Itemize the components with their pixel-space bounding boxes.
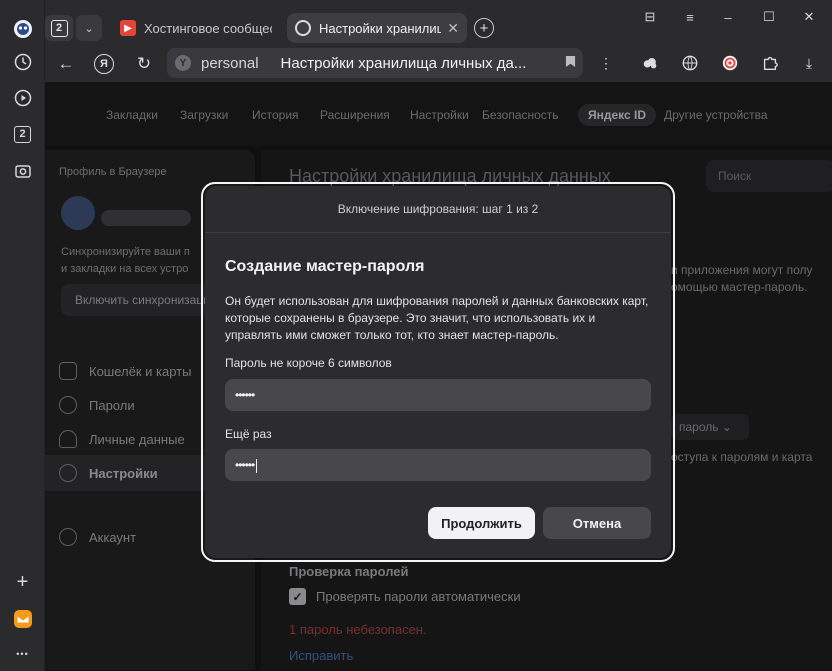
topnav-settings[interactable]: Настройки (410, 108, 469, 122)
play-icon[interactable] (9, 84, 36, 111)
new-tab-button[interactable]: + (474, 18, 494, 38)
extension-puzzle-icon[interactable] (759, 52, 781, 74)
topnav-extensions[interactable]: Расширения (320, 108, 390, 122)
history-icon[interactable] (9, 48, 36, 75)
description-line: и приложения могут полу (671, 263, 813, 277)
close-icon[interactable]: ✕ (447, 20, 459, 37)
topnav-security[interactable]: Безопасность (482, 108, 559, 122)
back-button[interactable]: ← (53, 51, 79, 77)
description-line: омощью мастер-пароль. (671, 280, 808, 294)
search-input[interactable]: Поиск (706, 160, 832, 192)
password-dropdown[interactable]: пароль ⌄ (671, 414, 749, 440)
address-host: personal (201, 54, 259, 72)
address-page-title: Настройки хранилища личных дa... (280, 54, 527, 72)
extension-block-icon[interactable] (719, 52, 741, 74)
yandex-favicon-icon (295, 20, 311, 36)
pin-icon[interactable]: ⊟ (635, 6, 665, 28)
continue-button[interactable]: Продолжить (428, 507, 535, 539)
section-title: Проверка паролей (289, 564, 409, 579)
more-options-icon[interactable]: ⋮ (595, 52, 617, 74)
gear-icon (59, 464, 77, 482)
unsafe-password-warning: 1 пароль небезопасен. (289, 622, 427, 637)
mail-icon[interactable] (9, 605, 36, 632)
person-icon (59, 430, 77, 448)
settings-topnav: Закладки Загрузки История Расширения Нас… (45, 82, 832, 146)
tab-settings-storage[interactable]: Настройки хранилища личных данных ✕ (287, 13, 467, 43)
auto-check-option[interactable]: ✓ Проверять пароли автоматически (289, 588, 521, 605)
password-label: Пароль не короче 6 символов (225, 356, 392, 370)
description-line: оступа к паролям и карта (671, 450, 813, 464)
bookmark-icon[interactable] (557, 55, 583, 71)
timeweb-favicon-icon: ▶ (120, 20, 136, 36)
address-bar-row: ← Я ↻ Y personal Настройки хранилища лич… (45, 44, 832, 82)
add-icon[interactable]: + (9, 569, 36, 596)
side-rail: 2 + ••• (0, 0, 45, 671)
more-icon[interactable]: ••• (9, 640, 36, 667)
repeat-password-field[interactable]: •••••• (225, 449, 651, 481)
topnav-other-devices[interactable]: Другие устройства (664, 108, 768, 122)
download-icon[interactable]: ⤓ (798, 52, 820, 74)
account-name-blurred (101, 210, 191, 226)
text-caret (256, 458, 258, 473)
topnav-downloads[interactable]: Загрузки (180, 108, 228, 122)
tab-title: Настройки хранилища личных данных (319, 20, 441, 36)
repeat-password-label: Ещё раз (225, 427, 272, 441)
check-icon[interactable]: ✓ (289, 588, 306, 605)
extension-globe-icon[interactable] (679, 52, 701, 74)
dialog-description: Он будет использован для шифрования паро… (225, 294, 649, 342)
yandex-button[interactable]: Я (91, 51, 117, 77)
address-input[interactable]: Y personal Настройки хранилища личных дa… (167, 48, 583, 78)
tab-timeweb[interactable]: ▶ Хостинговое сообщество «Timeweb» (112, 13, 280, 43)
maximize-button[interactable]: ☐ (754, 6, 784, 28)
menu-icon[interactable]: ≡ (675, 6, 705, 28)
reload-button[interactable]: ↻ (131, 51, 157, 77)
tab-counter-button[interactable]: 2 (45, 15, 73, 41)
screenshot-icon[interactable] (9, 157, 36, 184)
site-info-icon[interactable]: Y (175, 55, 191, 71)
tab-title: Хостинговое сообщество «Timeweb» (144, 20, 272, 36)
fix-link[interactable]: Исправить (289, 648, 353, 663)
topnav-bookmarks[interactable]: Закладки (106, 108, 158, 122)
avatar[interactable] (61, 196, 95, 230)
yandex-avatar-icon[interactable] (9, 15, 36, 42)
cancel-button[interactable]: Отмена (543, 507, 651, 539)
tab-strip: 2 ⌄ ▶ Хостинговое сообщество «Timeweb» Н… (45, 0, 832, 44)
close-window-button[interactable]: ✕ (794, 6, 824, 28)
key-icon (59, 396, 77, 414)
account-icon (59, 528, 77, 546)
dialog-title: Создание мастер-пароля (225, 258, 425, 275)
master-password-dialog: Включение шифрования: шаг 1 из 2 Создани… (205, 186, 671, 558)
password-field[interactable]: •••••• (225, 379, 651, 411)
minimize-button[interactable]: – (713, 6, 743, 28)
chevron-down-icon[interactable]: ⌄ (76, 15, 102, 41)
wallet-icon (59, 362, 77, 380)
dialog-step-header: Включение шифрования: шаг 1 из 2 (205, 186, 671, 233)
topnav-yandex-id[interactable]: Яндекс ID (578, 104, 657, 126)
sidebar-title: Профиль в Браузере (59, 166, 167, 178)
extension-cloud-icon[interactable] (639, 52, 661, 74)
topnav-history[interactable]: История (252, 108, 299, 122)
browser-window: 2 + ••• 2 ⌄ ▶ Хостинговое сообщество «Ti… (0, 0, 832, 671)
tabs-count-icon[interactable]: 2 (9, 121, 36, 148)
